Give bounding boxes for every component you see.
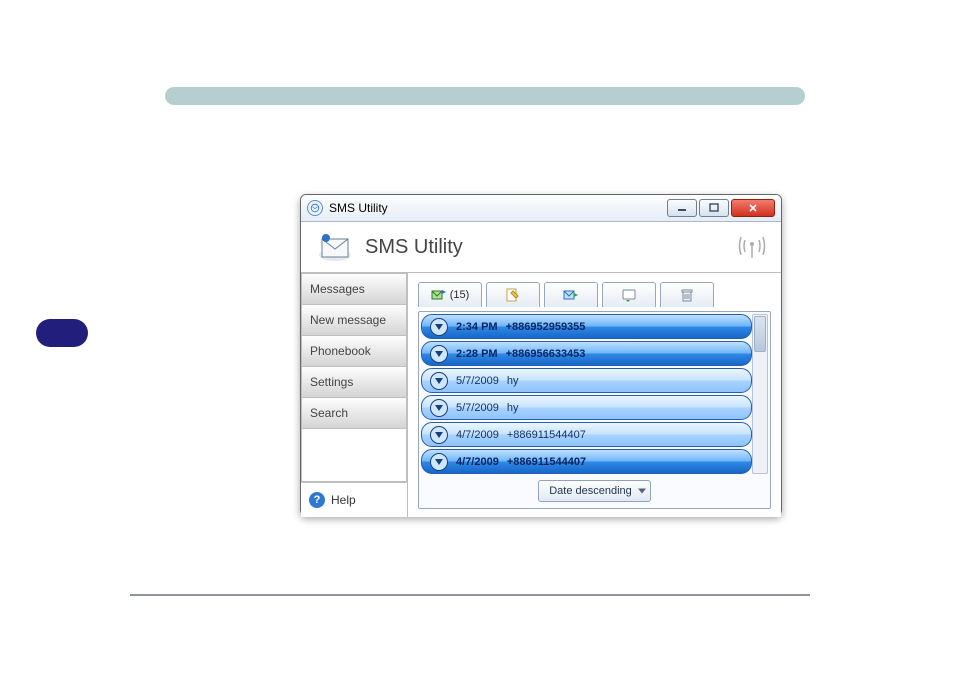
help-link[interactable]: ? Help [301, 482, 407, 517]
edit-icon [505, 287, 521, 303]
sort-bar: Date descending [419, 478, 770, 504]
envelope-icon [315, 227, 355, 267]
send-icon [563, 287, 579, 303]
tab-send[interactable] [544, 282, 598, 307]
tab-delete[interactable] [660, 282, 714, 307]
sidebar-item-label: Phonebook [310, 344, 371, 358]
message-row[interactable]: 5/7/2009 hy [421, 395, 752, 420]
divider-bottom [130, 594, 810, 596]
expand-icon[interactable] [430, 399, 448, 417]
sidebar-item-phonebook[interactable]: Phonebook [301, 336, 407, 367]
tab-edit[interactable] [486, 282, 540, 307]
expand-icon[interactable] [430, 372, 448, 390]
message-from: +886956633453 [506, 348, 586, 360]
sort-label: Date descending [549, 485, 632, 497]
app-window: SMS Utility SMS Utility [300, 194, 782, 516]
message-from: +886911544407 [507, 429, 586, 441]
tab-inbox[interactable]: (15) [418, 282, 482, 307]
sidebar-item-search[interactable]: Search [301, 398, 407, 429]
sidebar-item-label: Settings [310, 375, 353, 389]
trash-icon [679, 287, 695, 303]
message-time: 5/7/2009 [456, 375, 499, 387]
sidebar-item-messages[interactable]: Messages [301, 273, 407, 305]
message-row[interactable]: 4/7/2009 +886911544407 [421, 422, 752, 447]
sidebar-item-label: Search [310, 406, 348, 420]
sidebar-item-label: Messages [310, 282, 365, 296]
message-time: 4/7/2009 [456, 456, 499, 468]
app-header: SMS Utility [301, 222, 781, 273]
message-from: hy [507, 402, 519, 414]
app-icon [307, 200, 323, 216]
inbox-icon [431, 287, 447, 303]
window-title: SMS Utility [329, 201, 388, 215]
message-time: 2:28 PM [456, 348, 498, 360]
app-title: SMS Utility [365, 236, 463, 259]
sort-dropdown[interactable]: Date descending [538, 480, 651, 502]
message-row[interactable]: 4/7/2009 +886911544407 [421, 449, 752, 474]
message-time: 4/7/2009 [456, 429, 499, 441]
window-controls [667, 199, 775, 217]
expand-icon[interactable] [430, 318, 448, 336]
close-button[interactable] [731, 199, 775, 217]
divider-top [165, 87, 805, 105]
expand-icon[interactable] [430, 345, 448, 363]
message-from: +886911544407 [507, 456, 586, 468]
tab-reply[interactable] [602, 282, 656, 307]
sidebar-filler [301, 429, 407, 482]
title-bar[interactable]: SMS Utility [301, 195, 781, 222]
sidebar-item-new-message[interactable]: New message [301, 305, 407, 336]
message-list: 2:34 PM +886952959355 2:28 PM +886956633… [418, 311, 771, 509]
scrollbar[interactable] [752, 314, 768, 474]
note-pill [36, 319, 88, 347]
message-from: +886952959355 [506, 321, 586, 333]
scroll-thumb[interactable] [754, 316, 766, 352]
tab-inbox-count: (15) [450, 289, 470, 301]
reply-icon [621, 287, 637, 303]
message-row[interactable]: 2:28 PM +886956633453 [421, 341, 752, 366]
expand-icon[interactable] [430, 426, 448, 444]
message-time: 2:34 PM [456, 321, 498, 333]
help-icon: ? [309, 492, 325, 508]
sidebar-item-settings[interactable]: Settings [301, 367, 407, 398]
maximize-button[interactable] [699, 199, 729, 217]
sidebar-item-label: New message [310, 313, 386, 327]
toolbar: (15) [418, 281, 771, 307]
sidebar: Messages New message Phonebook Settings … [301, 273, 408, 517]
expand-icon[interactable] [430, 453, 448, 471]
message-time: 5/7/2009 [456, 402, 499, 414]
message-row[interactable]: 5/7/2009 hy [421, 368, 752, 393]
help-label: Help [331, 493, 356, 507]
chevron-down-icon [638, 489, 646, 494]
minimize-button[interactable] [667, 199, 697, 217]
message-from: hy [507, 375, 519, 387]
content-panel: (15) [408, 273, 781, 517]
message-row[interactable]: 2:34 PM +886952959355 [421, 314, 752, 339]
antenna-icon [737, 231, 767, 264]
